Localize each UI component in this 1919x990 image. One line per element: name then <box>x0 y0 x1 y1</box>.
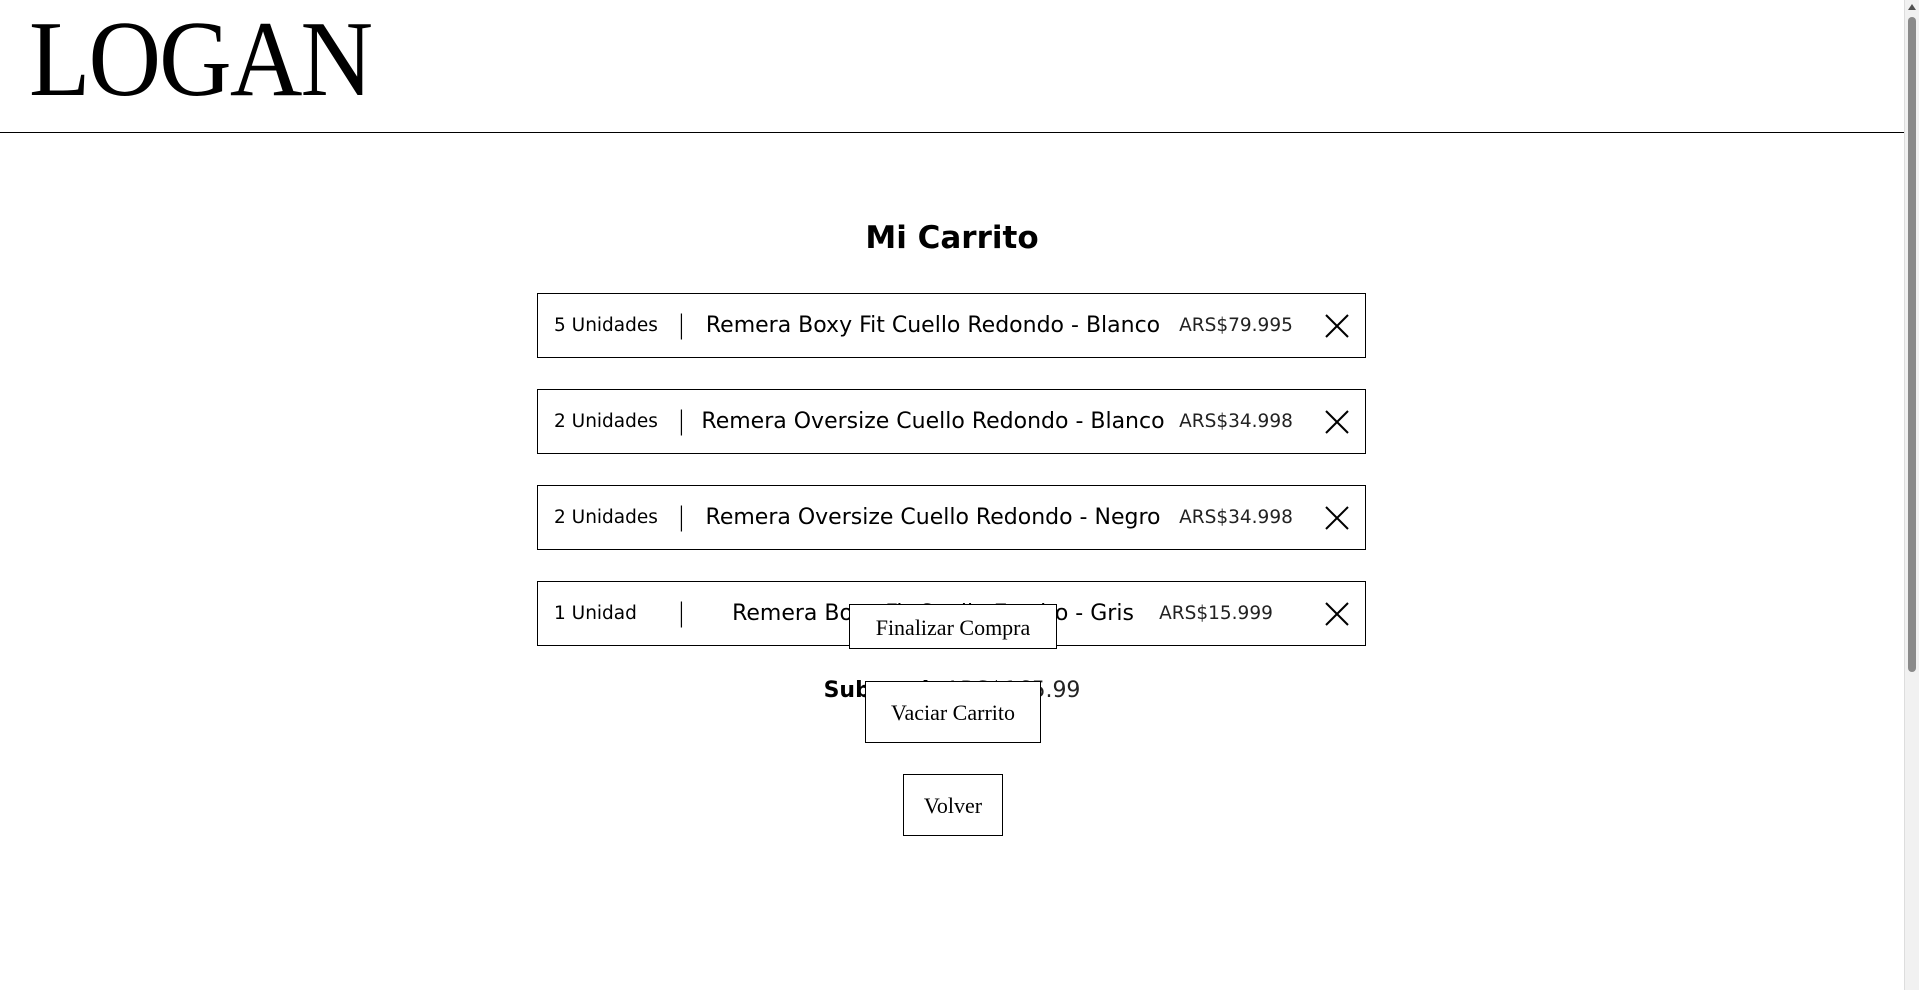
item-name: Remera Oversize Cuello Redondo - Blanco <box>701 409 1165 434</box>
cart-item: 2 Unidades | Remera Oversize Cuello Redo… <box>537 389 1366 454</box>
item-separator: | <box>677 406 686 436</box>
item-separator: | <box>677 598 686 628</box>
back-button[interactable]: Volver <box>903 774 1003 836</box>
checkout-button[interactable]: Finalizar Compra <box>849 604 1057 649</box>
remove-item-button[interactable] <box>1319 596 1355 632</box>
item-price: ARS$34.998 <box>1179 411 1293 432</box>
item-name: Remera Boxy Fit Cuello Redondo - Blanco <box>705 313 1161 338</box>
site-header: LOGAN <box>0 0 1904 133</box>
item-price: ARS$34.998 <box>1179 507 1293 528</box>
logo[interactable]: LOGAN <box>29 6 373 114</box>
page: LOGAN Mi Carrito 5 Unidades | Remera Box… <box>0 0 1904 990</box>
scroll-up-arrow-icon[interactable] <box>1908 4 1916 10</box>
item-separator: | <box>677 502 686 532</box>
item-quantity: 2 Unidades <box>554 507 658 528</box>
cart-main: Mi Carrito 5 Unidades | Remera Boxy Fit … <box>0 133 1904 990</box>
close-icon <box>1325 506 1349 530</box>
item-separator: | <box>677 310 686 340</box>
cart-item: 5 Unidades | Remera Boxy Fit Cuello Redo… <box>537 293 1366 358</box>
vertical-scrollbar[interactable] <box>1904 0 1919 990</box>
close-icon <box>1325 410 1349 434</box>
remove-item-button[interactable] <box>1319 308 1355 344</box>
cart-item: 2 Unidades | Remera Oversize Cuello Redo… <box>537 485 1366 550</box>
page-title: Mi Carrito <box>865 220 1039 256</box>
item-quantity: 1 Unidad <box>554 603 637 624</box>
remove-item-button[interactable] <box>1319 404 1355 440</box>
remove-item-button[interactable] <box>1319 500 1355 536</box>
close-icon <box>1325 602 1349 626</box>
item-price: ARS$15.999 <box>1159 603 1273 624</box>
item-quantity: 2 Unidades <box>554 411 658 432</box>
scroll-thumb[interactable] <box>1908 17 1916 672</box>
empty-cart-button[interactable]: Vaciar Carrito <box>865 681 1041 743</box>
item-name: Remera Oversize Cuello Redondo - Negro <box>705 505 1161 530</box>
item-price: ARS$79.995 <box>1179 315 1293 336</box>
item-quantity: 5 Unidades <box>554 315 658 336</box>
close-icon <box>1325 314 1349 338</box>
